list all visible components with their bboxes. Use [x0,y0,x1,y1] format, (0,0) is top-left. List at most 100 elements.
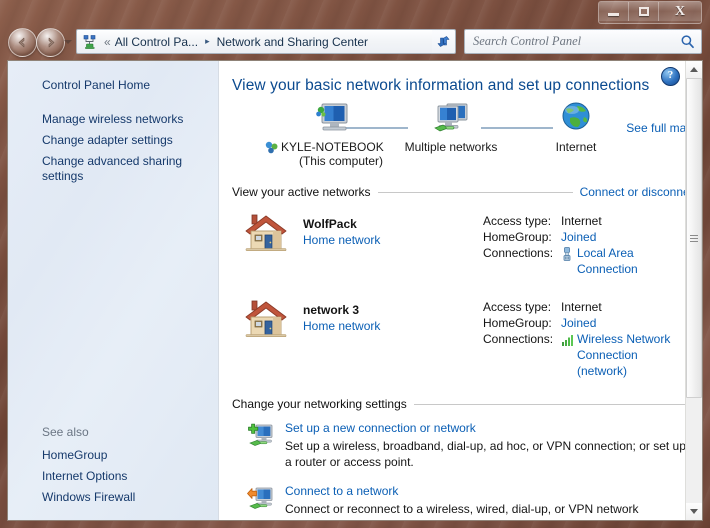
explorer-window: X « All Control Pa... ▸ Network and Shar… [0,0,710,528]
breadcrumb-separator-icon[interactable]: ▸ [205,36,210,47]
back-arrow-icon [18,37,25,48]
setup-new-connection-description: Set up a wireless, broadband, dial-up, a… [285,439,686,469]
back-button[interactable] [8,28,37,57]
minimize-button[interactable] [599,2,629,21]
see-full-map-link[interactable]: See full map [626,121,693,135]
see-also-section: See also HomeGroup Internet Options Wind… [8,423,218,508]
connect-to-network-description: Connect or reconnect to a wireless, wire… [285,502,639,516]
connect-or-disconnect-link[interactable]: Connect or disconnect [580,185,699,199]
sidebar-item-windows-firewall[interactable]: Windows Firewall [8,487,218,508]
wifi-bars-icon [562,335,573,346]
client-area: Control Panel Home Manage wireless netwo… [7,60,703,521]
map-node-sublabel-this-computer: (This computer) [298,154,384,168]
network-name-block: network 3 Home network [303,291,483,333]
close-icon: X [674,3,686,19]
network-sharing-icon [83,34,96,49]
detail-homegroup: HomeGroup: Joined [483,315,699,331]
network-name: network 3 [303,303,360,317]
sidebar-item-change-advanced-sharing-settings[interactable]: Change advanced sharing settings [8,151,218,187]
map-node-multiple-networks[interactable]: Multiple networks [381,101,521,154]
search-input[interactable] [471,33,680,50]
detail-label: Access type: [483,214,552,228]
sidebar-item-change-adapter-settings[interactable]: Change adapter settings [8,130,218,151]
nav-group-home: Control Panel Home [8,75,218,96]
connect-network-arrow-icon [247,487,273,509]
connect-network-icon [231,484,285,517]
map-node-label-multiple-networks: Multiple networks [404,140,498,154]
detail-value: Internet [561,300,602,314]
detail-label: Connections: [483,332,554,346]
breadcrumb-item-network-and-sharing-center[interactable]: Network and Sharing Center [215,34,370,50]
network-name: WolfPack [303,217,357,231]
sidebar-item-homegroup[interactable]: HomeGroup [8,445,218,466]
add-network-icon [248,423,273,446]
scroll-thumb-grip-icon [690,233,698,244]
vertical-scrollbar[interactable] [685,61,702,520]
search-box[interactable] [464,29,702,54]
internet-globe-icon [562,102,590,130]
network-type-link[interactable]: Home network [303,319,483,333]
wireless-network-connection-link[interactable]: Wireless Network Connection (network) [577,331,689,379]
setup-new-connection-link[interactable]: Set up a new connection or network [285,421,687,435]
new-connection-icon [231,421,285,470]
ethernet-plug-icon [563,247,571,261]
networking-settings-heading: Change your networking settings [232,397,407,411]
home-network-icon [231,205,303,258]
network-type-link[interactable]: Home network [303,233,483,247]
breadcrumb-item-all-control-panel[interactable]: All Control Pa... [113,34,200,50]
forward-button[interactable] [36,28,65,57]
search-icon[interactable] [680,34,695,49]
window-controls: X [598,1,702,24]
active-network-row: WolfPack Home network Access type: Inter… [231,205,699,277]
maximize-button[interactable] [629,2,659,21]
sidebar-item-internet-options[interactable]: Internet Options [8,466,218,487]
scroll-up-button[interactable] [686,61,702,78]
map-node-internet[interactable]: Internet [521,101,631,154]
setting-body: Set up a new connection or network Set u… [285,421,699,470]
multiple-networks-icon [434,103,468,132]
setting-item-setup-new-connection[interactable]: Set up a new connection or network Set u… [231,421,699,470]
breadcrumb-overflow-button[interactable]: « [104,35,111,49]
content-pane: ? View your basic network information an… [219,61,702,520]
map-node-label-this-computer: KYLE-NOTEBOOK [281,140,384,154]
networking-settings-section-header: Change your networking settings [232,397,699,411]
detail-connections: Connections: Wireless Network Connection… [483,331,699,379]
active-networks-heading: View your active networks [232,185,371,199]
navigation-pane: Control Panel Home Manage wireless netwo… [8,61,219,520]
detail-homegroup: HomeGroup: Joined [483,229,699,245]
network-nodes-icon [265,141,278,153]
chevron-up-icon [690,67,698,72]
house-icon [245,300,287,338]
local-area-connection-link[interactable]: Local Area Connection [577,245,682,277]
scroll-down-button[interactable] [686,503,702,520]
network-details: Access type: Internet HomeGroup: Joined … [483,205,699,277]
active-networks-section-header: View your active networks Connect or dis… [232,185,699,199]
scroll-thumb[interactable] [686,78,702,398]
setting-item-connect-to-network[interactable]: Connect to a network Connect or reconnec… [231,484,699,517]
sidebar-item-control-panel-home[interactable]: Control Panel Home [8,75,218,96]
sidebar-item-manage-wireless-networks[interactable]: Manage wireless networks [8,109,218,130]
maximize-icon [638,7,649,16]
detail-value: Internet [561,214,602,228]
network-name-block: WolfPack Home network [303,205,483,247]
page-title: View your basic network information and … [232,77,650,94]
homegroup-joined-link[interactable]: Joined [561,315,596,331]
wireless-signal-icon [561,331,577,351]
homegroup-joined-link[interactable]: Joined [561,229,596,245]
home-network-icon [231,291,303,344]
network-map: KYLE-NOTEBOOK (This computer) Multiple n… [231,101,699,175]
address-bar[interactable]: « All Control Pa... ▸ Network and Sharin… [76,29,454,54]
recent-pages-button[interactable] [64,40,72,44]
refresh-button[interactable] [432,29,456,54]
connect-to-network-link[interactable]: Connect to a network [285,484,687,498]
forward-arrow-icon [48,37,55,48]
chevron-down-icon [690,509,698,514]
refresh-icon [437,36,450,47]
section-divider [413,403,692,405]
content-inner: View your basic network information and … [219,61,699,517]
close-button[interactable]: X [659,2,701,21]
detail-label: Connections: [483,246,554,260]
see-also-label: See also [42,425,89,439]
network-details: Access type: Internet HomeGroup: Joined … [483,291,699,379]
detail-connections: Connections: Local Area Connection [483,245,699,277]
